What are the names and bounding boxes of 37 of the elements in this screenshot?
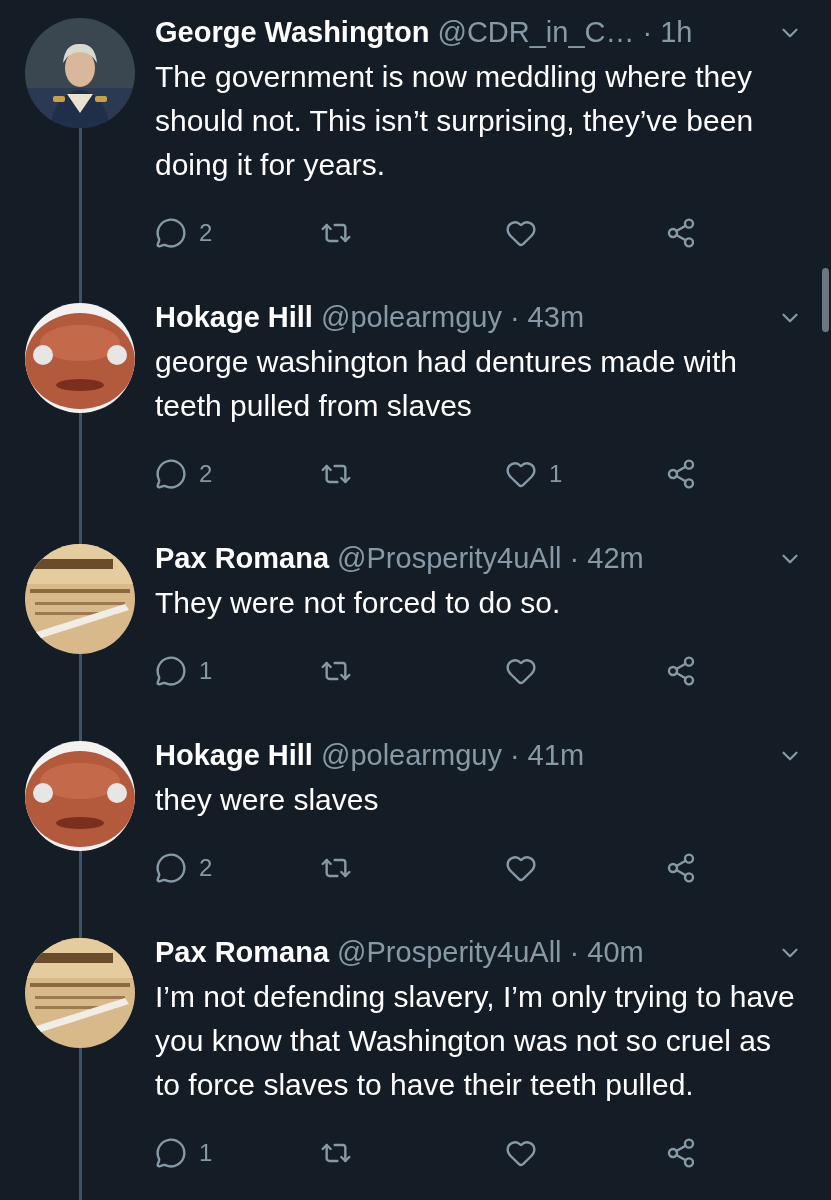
reply-icon[interactable] [155,217,187,249]
share-icon[interactable] [665,655,697,687]
share-icon[interactable] [665,217,697,249]
author-name[interactable]: Pax Romana [155,537,330,581]
action-count: 2 [199,218,213,248]
reply-icon[interactable] [155,655,187,687]
action-count: 1 [199,656,213,686]
action-count: 1 [549,459,563,489]
timestamp: · 41m [509,738,585,774]
reply-icon[interactable] [155,1137,187,1169]
share-icon[interactable] [665,458,697,490]
tweet-text: The government is now meddling where they should not. This isn’t surprising, they’ve been doing it for years. [155,59,755,183]
action-count: 1 [199,1138,213,1168]
author-handle[interactable]: @CDR_in_C… [437,11,635,55]
author-name[interactable]: Hokage Hill [155,734,313,778]
timestamp: · 43m [509,300,585,336]
reply-icon[interactable] [155,852,187,884]
author-handle[interactable]: @Prosperity4uAll [337,537,562,581]
reply-icon[interactable] [155,458,187,490]
action-count: 2 [199,853,213,883]
author-handle[interactable]: @polearmguy [320,734,502,778]
tweet-text: they were slaves [155,782,380,818]
author-name[interactable]: Hokage Hill [155,296,313,340]
timestamp: · 42m [569,541,644,577]
author-handle[interactable]: @polearmguy [320,296,502,340]
share-icon[interactable] [665,1137,697,1169]
timestamp: · 40m [569,935,644,971]
tweet-text: george washington had dentures made with teeth pulled from slaves [155,344,739,424]
author-name[interactable]: George Washington [155,11,430,55]
share-icon[interactable] [665,852,697,884]
scrollbar[interactable] [822,268,829,332]
timestamp: · 1h [642,15,693,51]
tweet-text: They were not forced to do so. [155,585,562,621]
tweet-text: I’m not defending slavery, I’m only trying to have you know that Washington was not so cruel as to force slaves to have their teeth pulled. [155,979,796,1103]
author-handle[interactable]: @Prosperity4uAll [337,931,562,975]
action-count: 2 [199,459,213,489]
author-name[interactable]: Pax Romana [155,931,330,975]
